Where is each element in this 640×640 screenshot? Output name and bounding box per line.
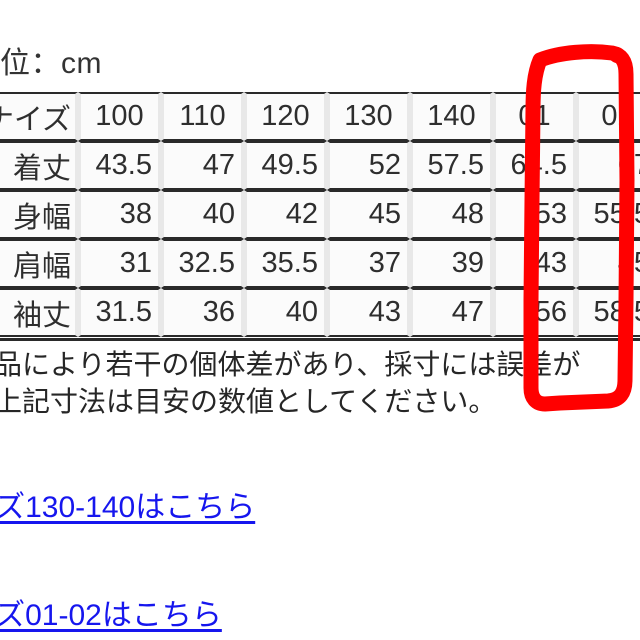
disclaimer-line-1: 商品により若干の個体差があり、採寸には誤差が [0, 349, 581, 380]
link-size-130-140[interactable]: イズ130-140はこちら [0, 489, 255, 527]
cell-kitake-120: 49.5 [244, 141, 327, 190]
cell-sodetake-110: 36 [161, 288, 244, 337]
table-row: 肩幅 31 32.5 35.5 37 39 43 45 [0, 239, 640, 288]
cell-mihaba-120: 42 [244, 190, 327, 239]
cell-kitake-01: 64.5 [493, 141, 576, 190]
table-row: 袖丈 31.5 36 40 43 47 56 58.5 [0, 288, 640, 337]
link-size-01-02[interactable]: イズ01-02はこちら [0, 597, 222, 635]
cell-katahaba-100: 31 [78, 239, 161, 288]
measurement-disclaimer: 商品により若干の個体差があり、採寸には誤差が 。上記寸法は目安の数値としてくださ… [0, 346, 640, 420]
row-label-sodetake: 袖丈 [0, 288, 78, 337]
size-chart-table: ナイズ 100 110 120 130 140 01 02 着丈 43.5 47… [0, 92, 640, 337]
cell-kitake-02: 67 [576, 141, 640, 190]
row-label-mihaba: 身幅 [0, 190, 78, 239]
cell-katahaba-01: 43 [493, 239, 576, 288]
column-header-01: 01 [493, 92, 576, 141]
column-header-110: 110 [161, 92, 244, 141]
cell-sodetake-130: 43 [327, 288, 410, 337]
cell-mihaba-02: 55.5 [576, 190, 640, 239]
cell-kitake-140: 57.5 [410, 141, 493, 190]
table-header-row: ナイズ 100 110 120 130 140 01 02 [0, 92, 640, 141]
column-header-130: 130 [327, 92, 410, 141]
cell-sodetake-120: 40 [244, 288, 327, 337]
unit-label: 位：cm [0, 47, 102, 80]
table-row: 着丈 43.5 47 49.5 52 57.5 64.5 67 [0, 141, 640, 190]
disclaimer-line-2: 。上記寸法は目安の数値としてください。 [0, 386, 497, 417]
table-header-label: ナイズ [0, 92, 78, 141]
cell-katahaba-130: 37 [327, 239, 410, 288]
table-bottom-rule [0, 338, 640, 341]
row-label-kitake: 着丈 [0, 141, 78, 190]
product-size-page: 位：cm ナイズ 100 110 120 130 140 01 02 着丈 43… [0, 0, 640, 640]
column-header-100: 100 [78, 92, 161, 141]
cell-mihaba-100: 38 [78, 190, 161, 239]
cell-mihaba-01: 53 [493, 190, 576, 239]
cell-sodetake-140: 47 [410, 288, 493, 337]
cell-kitake-130: 52 [327, 141, 410, 190]
row-label-katahaba: 肩幅 [0, 239, 78, 288]
cell-katahaba-120: 35.5 [244, 239, 327, 288]
table-row: 身幅 38 40 42 45 48 53 55.5 [0, 190, 640, 239]
column-header-02: 02 [576, 92, 640, 141]
column-header-140: 140 [410, 92, 493, 141]
cell-sodetake-01: 56 [493, 288, 576, 337]
cell-kitake-100: 43.5 [78, 141, 161, 190]
cell-mihaba-140: 48 [410, 190, 493, 239]
cell-sodetake-100: 31.5 [78, 288, 161, 337]
column-header-120: 120 [244, 92, 327, 141]
cell-mihaba-130: 45 [327, 190, 410, 239]
cell-katahaba-02: 45 [576, 239, 640, 288]
cell-mihaba-110: 40 [161, 190, 244, 239]
cell-katahaba-140: 39 [410, 239, 493, 288]
cell-kitake-110: 47 [161, 141, 244, 190]
cell-sodetake-02: 58.5 [576, 288, 640, 337]
cell-katahaba-110: 32.5 [161, 239, 244, 288]
